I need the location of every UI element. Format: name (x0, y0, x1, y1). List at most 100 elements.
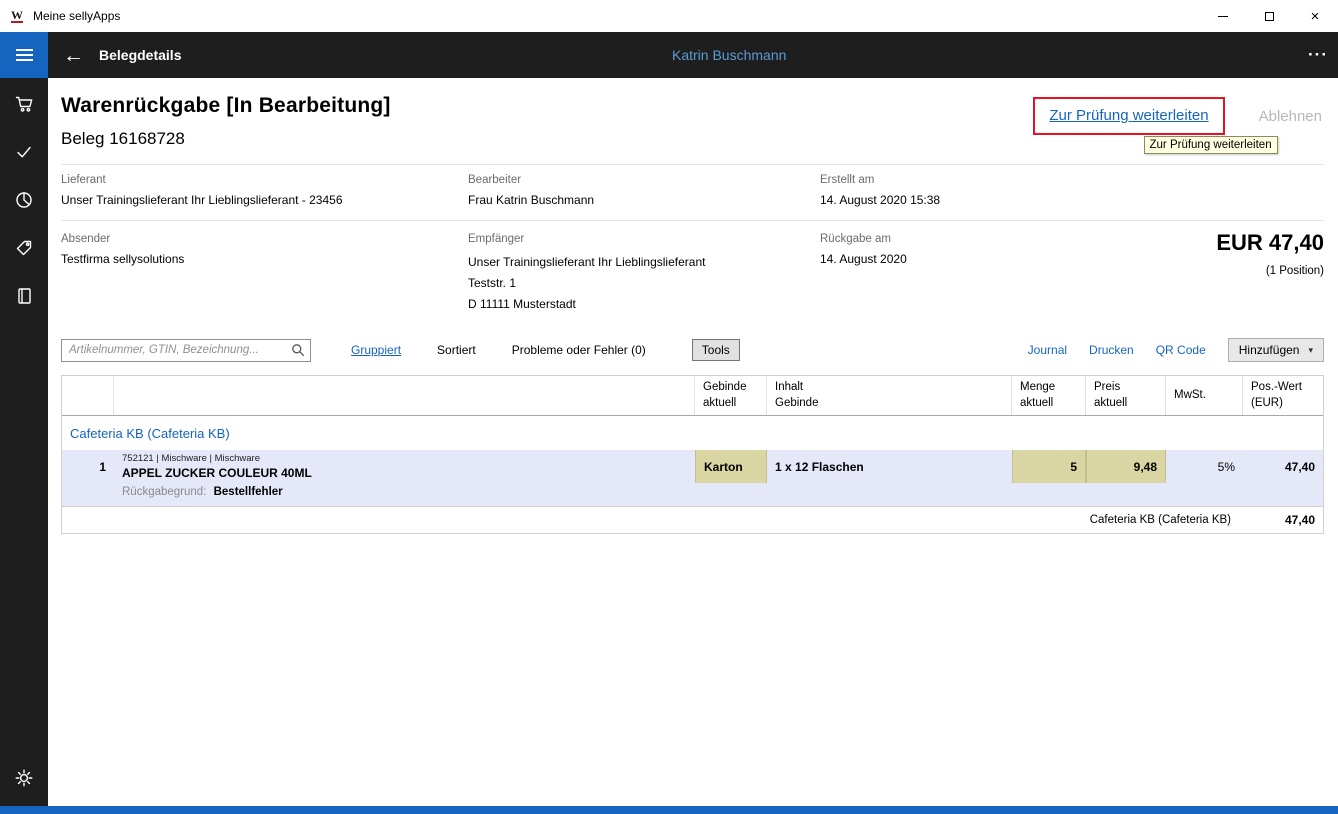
more-icon: ··· (1308, 45, 1328, 64)
inhalt-cell: 1 x 12 Flaschen (767, 450, 1012, 483)
qr-code-link[interactable]: QR Code (1156, 343, 1206, 357)
journal-book-icon (14, 286, 34, 306)
toolbar-right: Journal Drucken QR Code Hinzufügen ▾ (1006, 338, 1324, 362)
checkmark-icon (14, 142, 34, 162)
field-erstellt-am: Erstellt am 14. August 2020 15:38 (820, 174, 1324, 207)
add-button[interactable]: Hinzufügen ▾ (1228, 338, 1324, 362)
group-summary-value: 47,40 (1243, 513, 1323, 527)
field-absender: Absender Testfirma sellysolutions (61, 233, 468, 315)
price-tag-icon (14, 238, 34, 258)
sidebar-item-cart[interactable] (0, 80, 48, 128)
reject-button[interactable]: Ablehnen (1259, 108, 1322, 125)
search-box (61, 339, 311, 362)
table-header-row: Gebinde aktuell Inhalt Gebinde Menge akt… (62, 376, 1323, 416)
problems-filter[interactable]: Probleme oder Fehler (0) (512, 343, 646, 357)
article-name: APPEL ZUCKER COULEUR 40ML (122, 466, 312, 480)
total-amount: EUR 47,40 (1216, 230, 1324, 256)
document-actions: Zur Prüfung weiterleiten Zur Prüfung wei… (1033, 97, 1324, 135)
row-position: 1 (62, 450, 114, 483)
bottom-accent-bar (0, 806, 1338, 814)
recipient-city: D 11111 Musterstadt (468, 294, 820, 315)
maximize-button[interactable] (1246, 0, 1292, 32)
gebinde-cell[interactable]: Karton (695, 450, 767, 483)
group-header-link[interactable]: Cafeteria KB (Cafeteria KB) (62, 416, 1323, 450)
sidebar (0, 78, 48, 806)
items-toolbar: Gruppiert Sortiert Probleme oder Fehler … (61, 337, 1324, 363)
page-title: Belegdetails (99, 47, 181, 63)
return-reason-label: Rückgabegrund: (122, 486, 206, 498)
col-pos (62, 376, 114, 415)
close-icon: × (1311, 9, 1320, 24)
return-reason-row: Rückgabegrund: Bestellfehler (62, 483, 1323, 506)
forward-button-tooltip: Zur Prüfung weiterleiten (1144, 136, 1278, 154)
field-value: Testfirma sellysolutions (61, 252, 468, 266)
col-mwst: MwSt. (1166, 376, 1243, 415)
table-row[interactable]: 1 752121 | Mischware | Mischware APPEL Z… (62, 450, 1323, 483)
maximize-icon (1265, 12, 1274, 21)
col-pos-wert: Pos.-Wert (EUR) (1243, 376, 1323, 415)
position-count: (1 Position) (1216, 265, 1324, 277)
app-icon: W (9, 8, 25, 24)
grouped-toggle[interactable]: Gruppiert (351, 343, 401, 357)
field-label: Erstellt am (820, 174, 1324, 186)
sidebar-item-statistics[interactable] (0, 176, 48, 224)
positions-table: Gebinde aktuell Inhalt Gebinde Menge akt… (61, 375, 1324, 534)
field-bearbeiter: Bearbeiter Frau Katrin Buschmann (468, 174, 820, 207)
group-summary-row: Cafeteria KB (Cafeteria KB) 47,40 (62, 506, 1323, 533)
field-label: Empfänger (468, 233, 820, 245)
sidebar-item-settings[interactable] (0, 754, 48, 802)
chevron-down-icon: ▾ (1308, 345, 1313, 356)
window-title: Meine sellyApps (33, 9, 120, 23)
recipient-street: Teststr. 1 (468, 273, 820, 294)
sidebar-item-prices[interactable] (0, 224, 48, 272)
document-number: Beleg 16168728 (61, 129, 391, 149)
close-button[interactable]: × (1292, 0, 1338, 32)
minimize-button[interactable] (1200, 0, 1246, 32)
current-user[interactable]: Katrin Buschmann (672, 47, 786, 63)
back-arrow-icon: ← (63, 44, 84, 67)
field-value: Unser Trainingslieferant Ihr Lieblingsli… (61, 193, 468, 207)
col-preis: Preis aktuell (1086, 376, 1166, 415)
field-value: Frau Katrin Buschmann (468, 193, 820, 207)
sorted-toggle[interactable]: Sortiert (437, 343, 476, 357)
field-label: Lieferant (61, 174, 468, 186)
forward-for-review-button[interactable]: Zur Prüfung weiterleiten (1049, 107, 1208, 124)
shopping-cart-icon (14, 94, 34, 114)
more-button[interactable]: ··· (1308, 45, 1328, 65)
hamburger-icon (16, 49, 33, 61)
back-button[interactable]: ← (63, 45, 84, 66)
menge-cell[interactable]: 5 (1012, 450, 1086, 483)
preis-cell[interactable]: 9,48 (1086, 450, 1166, 483)
mwst-cell: 5% (1166, 450, 1243, 483)
tools-button[interactable]: Tools (692, 339, 740, 361)
hamburger-menu-button[interactable] (0, 32, 48, 78)
col-menge: Menge aktuell (1012, 376, 1086, 415)
journal-link[interactable]: Journal (1028, 343, 1067, 357)
info-row-2: Absender Testfirma sellysolutions Empfän… (61, 221, 1324, 325)
recipient-name: Unser Trainingslieferant Ihr Lieblingsli… (468, 252, 820, 273)
window-titlebar: W Meine sellyApps × (0, 0, 1338, 32)
sidebar-item-approvals[interactable] (0, 128, 48, 176)
document-title: Warenrückgabe [In Bearbeitung] (61, 94, 391, 118)
col-gebinde: Gebinde aktuell (695, 376, 767, 415)
search-input[interactable] (61, 339, 311, 362)
minimize-icon (1218, 16, 1228, 17)
pos-wert-cell: 47,40 (1243, 450, 1323, 483)
forward-button-focus-frame: Zur Prüfung weiterleiten Zur Prüfung wei… (1033, 97, 1224, 135)
col-inhalt: Inhalt Gebinde (767, 376, 1012, 415)
return-reason-value: Bestellfehler (214, 486, 283, 498)
print-link[interactable]: Drucken (1089, 343, 1134, 357)
app-window: W Meine sellyApps × ← Belegdetails Katri… (0, 0, 1338, 814)
group-summary-label: Cafeteria KB (Cafeteria KB) (1090, 514, 1231, 526)
article-meta: 752121 | Mischware | Mischware (122, 453, 260, 464)
add-button-label: Hinzufügen (1239, 343, 1300, 357)
main-content: Warenrückgabe [In Bearbeitung] Beleg 161… (48, 78, 1338, 806)
field-label: Bearbeiter (468, 174, 820, 186)
row-article: 752121 | Mischware | Mischware APPEL ZUC… (114, 450, 695, 483)
window-controls: × (1200, 0, 1338, 32)
pie-chart-icon (14, 190, 34, 210)
document-title-block: Warenrückgabe [In Bearbeitung] Beleg 161… (61, 94, 391, 149)
sidebar-item-journal[interactable] (0, 272, 48, 320)
search-icon (291, 343, 305, 362)
field-empfaenger: Empfänger Unser Trainingslieferant Ihr L… (468, 233, 820, 315)
